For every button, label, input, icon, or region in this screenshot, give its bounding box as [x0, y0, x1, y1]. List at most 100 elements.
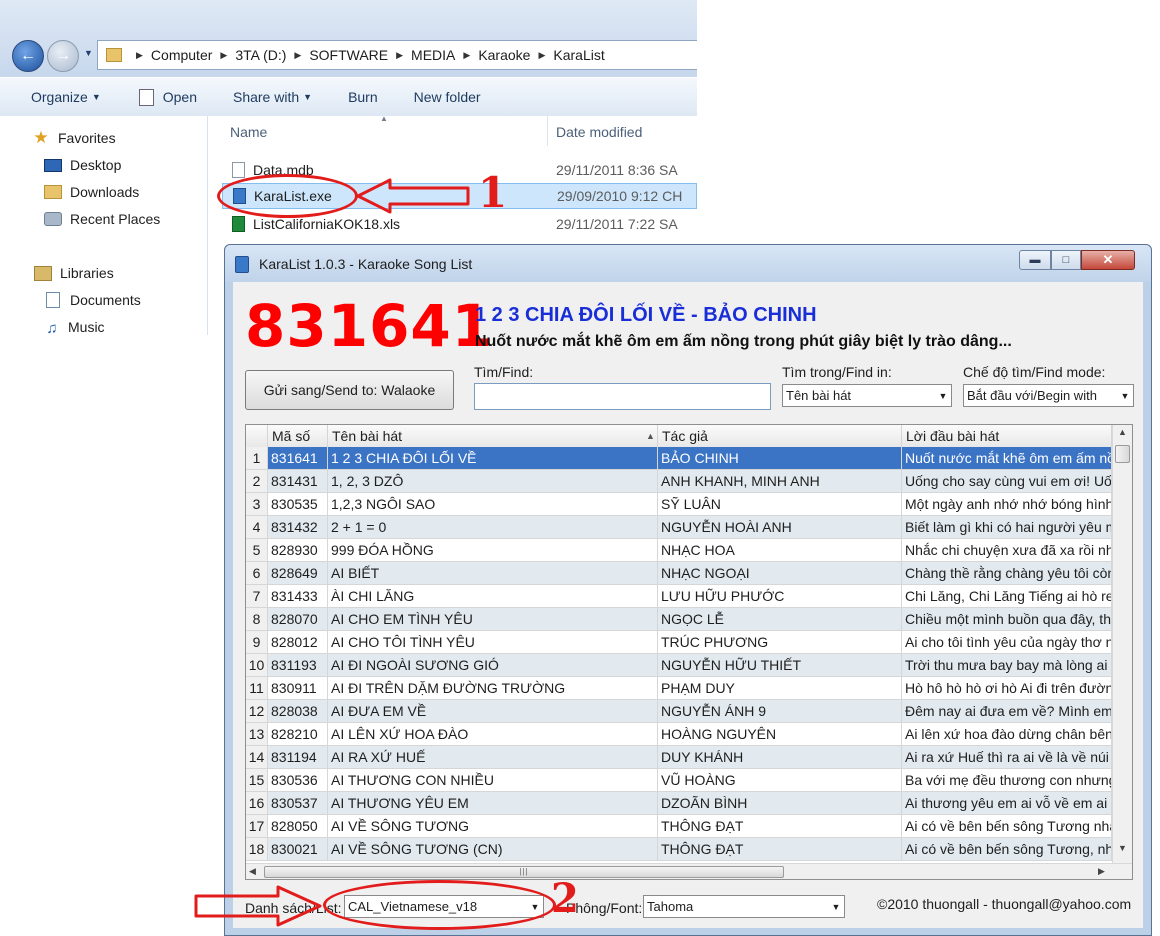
cell-code: 828649: [268, 562, 328, 585]
scroll-thumb[interactable]: |||: [264, 866, 784, 878]
cell-author: LƯU HỮU PHƯỚC: [658, 585, 902, 608]
cell-code: 831431: [268, 470, 328, 493]
nav-item-music[interactable]: ♫ Music: [44, 315, 104, 335]
nav-item-documents[interactable]: Documents: [44, 288, 141, 312]
table-row[interactable]: 8 828070 AI CHO EM TÌNH YÊU NGỌC LỄ Chiều mộ…: [246, 608, 1112, 631]
table-row[interactable]: 13 828210 AI LÊN XỨ HOA ĐÀO HOÀNG NGUYÊN Ai …: [246, 723, 1112, 746]
close-icon: ✕: [1102, 252, 1114, 267]
nav-item-favorites[interactable]: ★ Favorites: [32, 126, 115, 150]
breadcrumb-item[interactable]: Karaoke: [478, 47, 530, 63]
maximize-button[interactable]: □: [1051, 250, 1081, 270]
cell-code: 831194: [268, 746, 328, 769]
back-button[interactable]: ←: [12, 40, 44, 72]
send-to-walaoke-button[interactable]: Gửi sang/Send to: Walaoke: [245, 370, 454, 410]
horizontal-scrollbar[interactable]: ◀ ||| ▶: [246, 863, 1132, 879]
scroll-right-icon[interactable]: ▶: [1098, 866, 1105, 877]
table-row[interactable]: 14 831194 AI RA XỨ HUẾ DUY KHÁNH Ai ra xứ Hu…: [246, 746, 1112, 769]
table-row[interactable]: 5 828930 999 ĐÓA HỒNG NHẠC HOA Nhắc chi chuy…: [246, 539, 1112, 562]
share-with-button[interactable]: Share with ▼: [233, 89, 312, 105]
cell-lyric: Ai có về bên bến sông Tương, nh: [902, 838, 1112, 861]
breadcrumb-separator-icon[interactable]: ▶: [396, 50, 403, 61]
breadcrumb-item[interactable]: KaraList: [553, 47, 604, 63]
cell-author: NGUYỄN ÁNH 9: [658, 700, 902, 723]
recent-places-icon: [44, 212, 62, 226]
nav-item-downloads[interactable]: Downloads: [44, 180, 139, 204]
find-in-label: Tìm trong/Find in:: [782, 364, 892, 380]
column-divider[interactable]: [547, 116, 548, 146]
file-name: ListCaliforniaKOK18.xls: [253, 216, 401, 232]
scroll-up-icon[interactable]: ▲: [1113, 427, 1132, 437]
current-song-lyric: Nuốt nước mắt khẽ ôm em ấm nồng trong ph…: [475, 333, 1012, 350]
column-header-title[interactable]: Tên bài hát: [328, 425, 658, 447]
breadcrumb-item[interactable]: 3TA (D:): [235, 47, 286, 63]
cell-author: NGỌC LỄ: [658, 608, 902, 631]
breadcrumb-separator-icon[interactable]: ▶: [463, 50, 470, 61]
cell-code: 831641: [268, 447, 328, 470]
column-header-code[interactable]: Mã số: [268, 425, 328, 447]
caret-down-icon: ▼: [91, 92, 101, 102]
nav-item-desktop[interactable]: Desktop: [44, 153, 121, 177]
cell-lyric: Đêm nay ai đưa em về? Mình em: [902, 700, 1112, 723]
table-row[interactable]: 16 830537 AI THƯƠNG YÊU EM DZOÃN BÌNH Ai thư…: [246, 792, 1112, 815]
cell-lyric: Uống cho say cùng vui em ơi! Uống: [902, 470, 1112, 493]
breadcrumb-separator-icon[interactable]: ▶: [538, 50, 545, 61]
scroll-thumb[interactable]: [1115, 445, 1130, 463]
nav-item-recent-places[interactable]: Recent Places: [44, 207, 160, 231]
navigation-pane: ★ Favorites Desktop Downloads Recent Plac…: [0, 116, 208, 335]
cell-author: THÔNG ĐẠT: [658, 815, 902, 838]
cell-title: AI THƯƠNG YÊU EM: [328, 792, 658, 815]
close-button[interactable]: ✕: [1081, 250, 1135, 270]
cell-lyric: Nhắc chi chuyện xưa đã xa rồi nh: [902, 539, 1112, 562]
breadcrumb-item[interactable]: SOFTWARE: [309, 47, 388, 63]
breadcrumb-separator-icon[interactable]: ▶: [294, 50, 301, 61]
breadcrumb-separator-icon[interactable]: ▶: [220, 50, 227, 61]
column-header-lyric[interactable]: Lời đầu bài hát: [902, 425, 1112, 447]
column-header-name[interactable]: Name: [230, 124, 267, 140]
table-row[interactable]: 9 828012 AI CHO TÔI TÌNH YÊU TRÚC PHƯƠNG Ai …: [246, 631, 1112, 654]
new-folder-button[interactable]: New folder: [414, 89, 481, 105]
column-header-date-modified[interactable]: Date modified: [556, 124, 642, 140]
scroll-left-icon[interactable]: ◀: [249, 866, 256, 877]
find-input[interactable]: [474, 383, 771, 410]
table-row[interactable]: 6 828649 AI BIẾT NHẠC NGOẠI Chàng thề rằng c…: [246, 562, 1112, 585]
cell-title: 999 ĐÓA HỒNG: [328, 539, 658, 562]
table-row[interactable]: 12 828038 AI ĐƯA EM VỀ NGUYỄN ÁNH 9 Đêm nay …: [246, 700, 1112, 723]
table-row[interactable]: 18 830021 AI VỀ SÔNG TƯƠNG (CN) THÔNG ĐẠT Ai…: [246, 838, 1112, 861]
organize-button[interactable]: Organize ▼: [31, 89, 101, 105]
burn-button[interactable]: Burn: [348, 89, 378, 105]
breadcrumb-item[interactable]: Computer: [151, 47, 212, 63]
find-mode-dropdown[interactable]: Bắt đầu với/Begin with ▼: [963, 384, 1134, 407]
sort-ascending-icon: ▲: [646, 431, 655, 441]
caret-down-icon: ▼: [303, 92, 313, 102]
column-header-author[interactable]: Tác giả: [658, 425, 902, 447]
font-dropdown[interactable]: Tahoma ▼: [643, 895, 845, 918]
open-button[interactable]: Open: [138, 88, 197, 106]
table-row[interactable]: 10 831193 AI ĐI NGOÀI SƯƠNG GIÓ NGUYỄN HỮU …: [246, 654, 1112, 677]
table-row[interactable]: 7 831433 ÀI CHI LĂNG LƯU HỮU PHƯỚC Chi Lăng,…: [246, 585, 1112, 608]
recent-pages-dropdown[interactable]: ▼: [84, 48, 93, 58]
cell-title: AI THƯƠNG CON NHIỀU: [328, 769, 658, 792]
address-bar[interactable]: ▶ Computer ▶ 3TA (D:) ▶ SOFTWARE ▶ MEDIA…: [97, 40, 697, 70]
open-label: Open: [162, 89, 197, 105]
vertical-scrollbar[interactable]: ▲ ▼: [1112, 425, 1132, 863]
table-row[interactable]: 15 830536 AI THƯƠNG CON NHIỀU VŨ HOÀNG Ba vớ…: [246, 769, 1112, 792]
table-row[interactable]: 3 830535 1,2,3 NGÔI SAO SỸ LUÂN Một ngày anh…: [246, 493, 1112, 516]
header-row-number[interactable]: [246, 425, 268, 447]
table-row[interactable]: 2 831431 1, 2, 3 DZÔ ANH KHANH, MINH ANH Uốn…: [246, 470, 1112, 493]
table-row[interactable]: 17 828050 AI VỀ SÔNG TƯƠNG THÔNG ĐẠT Ai có v…: [246, 815, 1112, 838]
table-row[interactable]: 11 830911 AI ĐI TRÊN DẶM ĐƯỜNG TRƯỜNG PHẠM …: [246, 677, 1112, 700]
chevron-down-icon: ▼: [831, 901, 841, 912]
cell-code: 828070: [268, 608, 328, 631]
scroll-down-icon[interactable]: ▼: [1113, 843, 1132, 853]
table-row[interactable]: 4 831432 2 + 1 = 0 NGUYỄN HOÀI ANH Biết làm …: [246, 516, 1112, 539]
table-row-selected[interactable]: 1 831641 1 2 3 CHIA ĐÔI LỐI VỀ BẢO CHINH Nuố…: [246, 447, 1112, 470]
row-number: 13: [246, 723, 268, 746]
forward-button[interactable]: →: [47, 40, 79, 72]
nav-item-libraries[interactable]: Libraries: [34, 261, 114, 285]
cell-title: 1 2 3 CHIA ĐÔI LỐI VỀ: [328, 447, 658, 470]
breadcrumb-item[interactable]: MEDIA: [411, 47, 455, 63]
minimize-button[interactable]: ▬: [1019, 250, 1051, 270]
breadcrumb-separator-icon[interactable]: ▶: [136, 50, 143, 61]
row-number: 1: [246, 447, 268, 470]
find-in-dropdown[interactable]: Tên bài hát ▼: [782, 384, 952, 407]
